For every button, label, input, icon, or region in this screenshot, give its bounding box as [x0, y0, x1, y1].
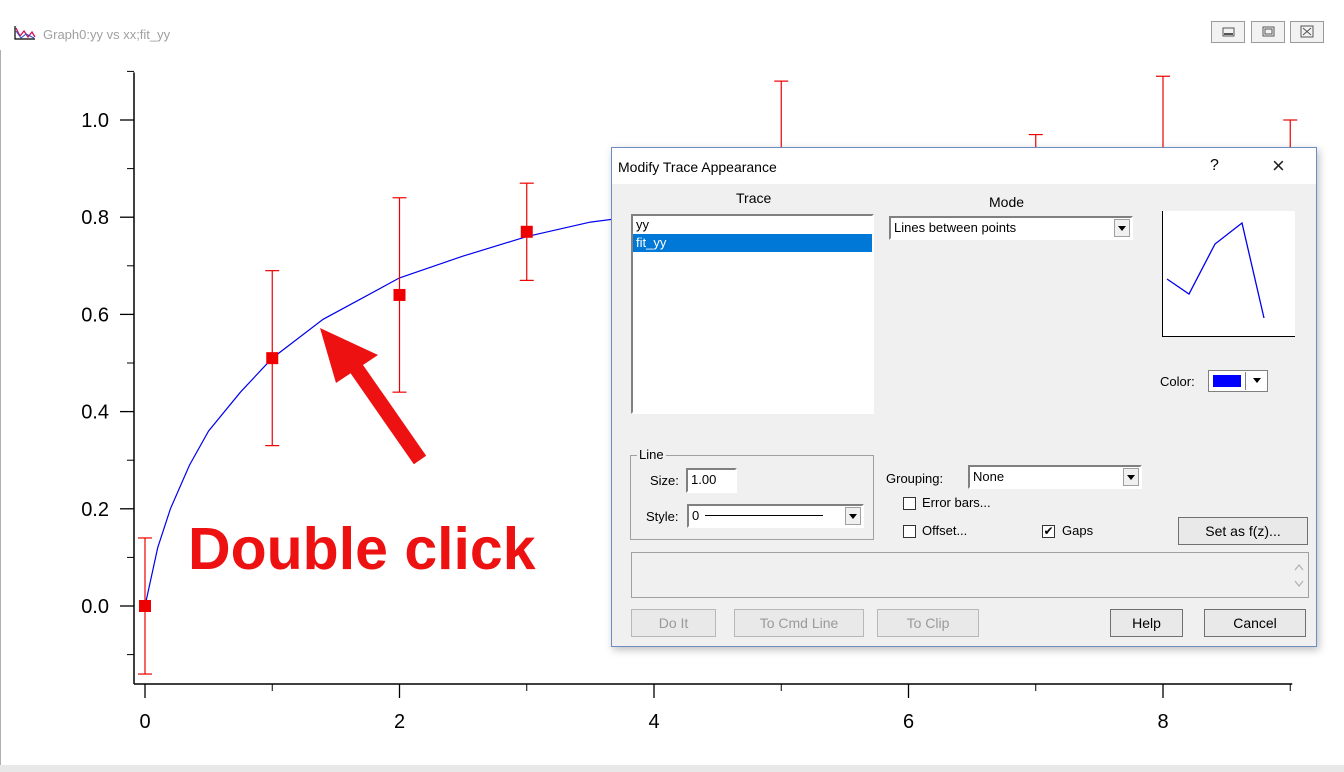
arrow-icon	[320, 328, 427, 465]
y-tick-label: 0.2	[81, 499, 109, 521]
trace-preview	[1162, 211, 1295, 337]
color-swatch-fill	[1213, 375, 1241, 387]
close-window-icon	[1300, 25, 1314, 38]
style-label: Style:	[646, 509, 679, 524]
minimize-icon	[1222, 27, 1235, 37]
window-title: Graph0:yy vs xx;fit_yy	[43, 27, 171, 42]
set-as-fz-button[interactable]: Set as f(z)...	[1178, 517, 1308, 545]
mode-select[interactable]: Lines between points	[889, 216, 1133, 240]
close-window-button[interactable]	[1290, 21, 1324, 43]
do-it-button[interactable]: Do It	[631, 609, 716, 637]
data-point-yy	[520, 225, 533, 238]
offset-label[interactable]: Offset...	[922, 523, 967, 538]
chevron-down-icon[interactable]	[1114, 219, 1130, 237]
chevron-down-icon[interactable]	[845, 507, 861, 525]
data-point-yy	[139, 600, 151, 612]
grouping-label: Grouping:	[886, 471, 944, 486]
grouping-select-value: None	[973, 469, 1005, 484]
trace-item-fit-yy[interactable]: fit_yy	[633, 234, 872, 252]
trace-item-yy[interactable]: yy	[633, 216, 872, 234]
x-tick-label: 8	[1157, 711, 1168, 733]
style-select[interactable]: 0	[687, 504, 864, 528]
dialog-close-icon[interactable]: ×	[1272, 153, 1285, 179]
modify-trace-dialog[interactable]: Modify Trace Appearance ? × Trace yy fit…	[611, 147, 1317, 647]
y-tick-label: 1.0	[81, 110, 109, 132]
y-tick-label: 0.6	[81, 304, 109, 326]
gaps-checkbox[interactable]: ✔	[1042, 525, 1055, 538]
trace-listbox[interactable]: yy fit_yy	[631, 214, 874, 414]
dialog-titlebar[interactable]: Modify Trace Appearance ? ×	[612, 148, 1316, 184]
x-tick-label: 6	[903, 711, 914, 733]
double-click-annotation: Double click	[188, 516, 536, 582]
to-clip-button[interactable]: To Clip	[877, 609, 979, 637]
color-label: Color:	[1160, 374, 1195, 389]
x-tick-label: 4	[648, 711, 659, 733]
error-bars-label[interactable]: Error bars...	[922, 495, 991, 510]
help-button[interactable]: Help	[1110, 609, 1183, 637]
data-point-yy	[266, 352, 279, 365]
data-point-yy	[393, 288, 406, 301]
scrollbar[interactable]	[1290, 553, 1308, 597]
line-group-label: Line	[637, 447, 666, 462]
command-preview-box[interactable]	[631, 552, 1309, 598]
to-cmd-line-button[interactable]: To Cmd Line	[734, 609, 864, 637]
x-tick-label: 0	[139, 711, 150, 733]
mode-label: Mode	[989, 194, 1025, 210]
size-label: Size:	[650, 473, 679, 488]
window-bottom-bar	[0, 765, 1344, 772]
restore-button[interactable]	[1251, 21, 1285, 43]
gaps-label[interactable]: Gaps	[1062, 523, 1093, 538]
restore-icon	[1262, 26, 1275, 37]
graph-window-titlebar[interactable]: Graph0:yy vs xx;fit_yy	[0, 0, 1344, 50]
grouping-select[interactable]: None	[968, 465, 1142, 489]
trace-label: Trace	[736, 190, 772, 206]
size-input[interactable]: 1.00	[686, 468, 737, 493]
error-bars-checkbox[interactable]	[903, 497, 916, 510]
graph-icon	[14, 25, 36, 46]
chevron-down-icon	[1253, 378, 1261, 383]
offset-checkbox[interactable]	[903, 525, 916, 538]
color-picker[interactable]	[1208, 370, 1268, 392]
help-question-icon[interactable]: ?	[1210, 157, 1219, 175]
minimize-button[interactable]	[1211, 21, 1245, 43]
chevron-down-icon[interactable]	[1123, 468, 1139, 486]
y-tick-label: 0.4	[81, 402, 109, 424]
dialog-title: Modify Trace Appearance	[618, 159, 777, 175]
y-tick-label: 0.0	[81, 596, 109, 618]
x-tick-label: 2	[394, 711, 405, 733]
cancel-button[interactable]: Cancel	[1204, 609, 1306, 637]
line-style-sample	[705, 515, 823, 516]
y-tick-label: 0.8	[81, 207, 109, 229]
preview-line-icon	[1166, 221, 1265, 319]
style-select-value: 0	[692, 508, 700, 523]
mode-select-value: Lines between points	[894, 220, 1017, 235]
